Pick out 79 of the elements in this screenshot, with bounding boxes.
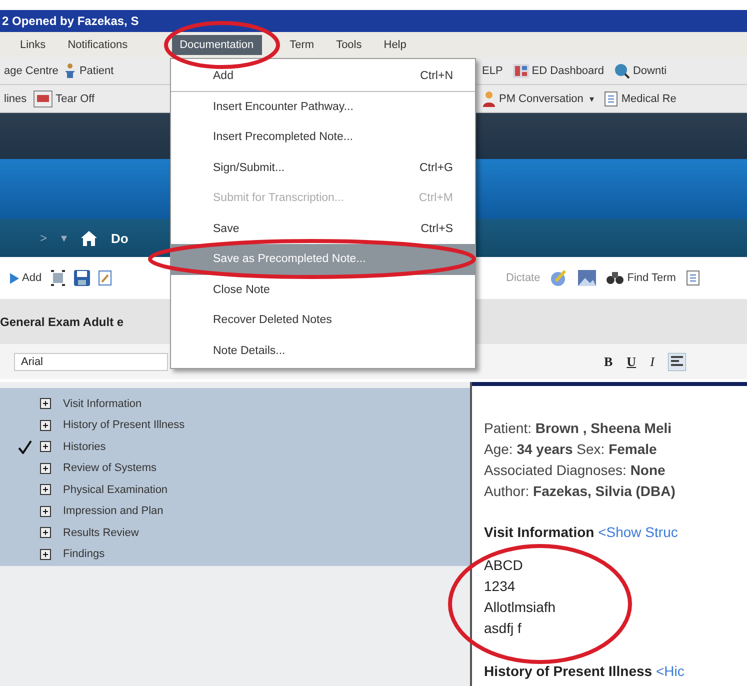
toolbar-item[interactable]: ELP xyxy=(482,64,503,76)
section-heading: History of Present Illness xyxy=(484,663,652,679)
align-left-icon[interactable] xyxy=(668,352,686,370)
menu-option[interactable]: Close Note xyxy=(171,274,475,305)
toolbar-button[interactable]: Tear Off xyxy=(32,90,95,108)
menu-item[interactable]: Documentation xyxy=(172,34,262,54)
expand-icon[interactable] xyxy=(40,506,51,517)
window-title: 2 Opened by Fazekas, S xyxy=(2,14,139,28)
menu-option[interactable]: Insert Precompleted Note... xyxy=(171,122,475,152)
toolbar-item[interactable]: lines xyxy=(4,92,27,104)
person-icon xyxy=(64,62,76,78)
image-icon xyxy=(578,270,596,286)
expand-icon[interactable] xyxy=(40,484,51,496)
show-structure-link[interactable]: <Show Struc xyxy=(598,524,678,540)
expand-icon[interactable] xyxy=(40,462,51,474)
edit-icon xyxy=(98,270,112,286)
dashboard-icon xyxy=(512,64,529,78)
expand-icon[interactable] xyxy=(40,420,51,431)
note-header-line: Associated Diagnoses: None xyxy=(484,461,666,480)
note-header-line: Author: Fazekas, Silvia (DBA) xyxy=(484,482,676,501)
menu-option[interactable]: Note Details... xyxy=(171,336,475,366)
note-text: ABCD xyxy=(484,557,523,573)
section-item[interactable]: Visit Information xyxy=(63,398,142,410)
menu-option[interactable]: Insert Encounter Pathway... xyxy=(171,92,475,122)
nav-button[interactable]: > xyxy=(40,231,48,245)
section-item[interactable]: Impression and Plan xyxy=(63,505,164,518)
menu-item[interactable]: Links xyxy=(12,34,54,54)
expand-icon[interactable] xyxy=(40,527,51,538)
menu-option[interactable]: Save Ctrl+S xyxy=(171,214,475,244)
note-header-line: Patient: Brown , Sheena Meli xyxy=(484,419,673,438)
pen-icon xyxy=(550,269,568,287)
menu-option[interactable]: Add Ctrl+N xyxy=(171,61,475,92)
section-item[interactable]: Review of Systems xyxy=(63,462,157,474)
add-icon xyxy=(10,272,19,284)
toolbar-button[interactable]: Add xyxy=(10,272,42,284)
note-text: asdfj f xyxy=(484,620,522,636)
format-button[interactable]: I xyxy=(650,354,654,370)
section-heading: Visit Information xyxy=(484,524,594,540)
home-icon[interactable] xyxy=(81,230,98,246)
person-icon xyxy=(482,90,496,106)
nav-button[interactable]: ▾ xyxy=(61,231,68,245)
breadcrumb-item[interactable]: Do xyxy=(111,230,128,246)
toolbar-button[interactable]: ED Dashboard xyxy=(512,64,604,78)
menu-item[interactable]: Notifications xyxy=(60,34,136,54)
section-item[interactable]: Findings xyxy=(63,548,105,560)
expand-icon[interactable] xyxy=(40,548,51,560)
toolbar-button[interactable]: Medical Re xyxy=(604,90,676,106)
menu-item[interactable]: Term xyxy=(282,34,322,54)
note-header-line: Age: 34 years Sex: Female xyxy=(484,440,658,459)
menu-option[interactable]: Recover Deleted Notes xyxy=(171,305,475,336)
font-field[interactable]: Arial xyxy=(14,352,168,370)
menu-option[interactable]: Sign/Submit... Ctrl+G xyxy=(171,152,475,183)
note-text: Allotlmsiafh xyxy=(484,599,556,615)
note-title: General Exam Adult e xyxy=(0,314,124,328)
note-text: 1234 xyxy=(484,578,516,594)
tear-off-icon xyxy=(32,90,53,108)
toolbar-button[interactable]: PM Conversation ▾ xyxy=(482,90,594,106)
toolbar-item[interactable]: age Centre xyxy=(4,64,58,76)
toolbar-button[interactable]: Find Term xyxy=(606,271,676,285)
format-button[interactable]: U xyxy=(626,354,636,370)
select-icon xyxy=(50,270,66,286)
menu-item[interactable]: Help xyxy=(376,34,414,54)
globe-search-icon xyxy=(614,62,630,78)
toolbar-button[interactable]: Patient xyxy=(64,62,114,78)
save-icon xyxy=(74,270,90,286)
section-item[interactable]: Histories xyxy=(63,440,106,453)
section-item[interactable]: History of Present Illness xyxy=(63,419,185,432)
binoculars-icon xyxy=(606,271,624,285)
document-icon xyxy=(604,90,618,106)
check-icon xyxy=(18,440,32,454)
expand-icon[interactable] xyxy=(40,398,51,410)
document-icon xyxy=(686,270,700,286)
section-item[interactable]: Results Review xyxy=(63,526,139,539)
expand-icon[interactable] xyxy=(40,441,51,452)
format-button[interactable]: B xyxy=(604,354,613,370)
hide-link[interactable]: <Hic xyxy=(656,663,684,679)
section-item[interactable]: Physical Examination xyxy=(63,484,168,496)
menu-item[interactable]: Tools xyxy=(328,34,370,54)
toolbar-button[interactable]: Downti xyxy=(614,62,667,78)
